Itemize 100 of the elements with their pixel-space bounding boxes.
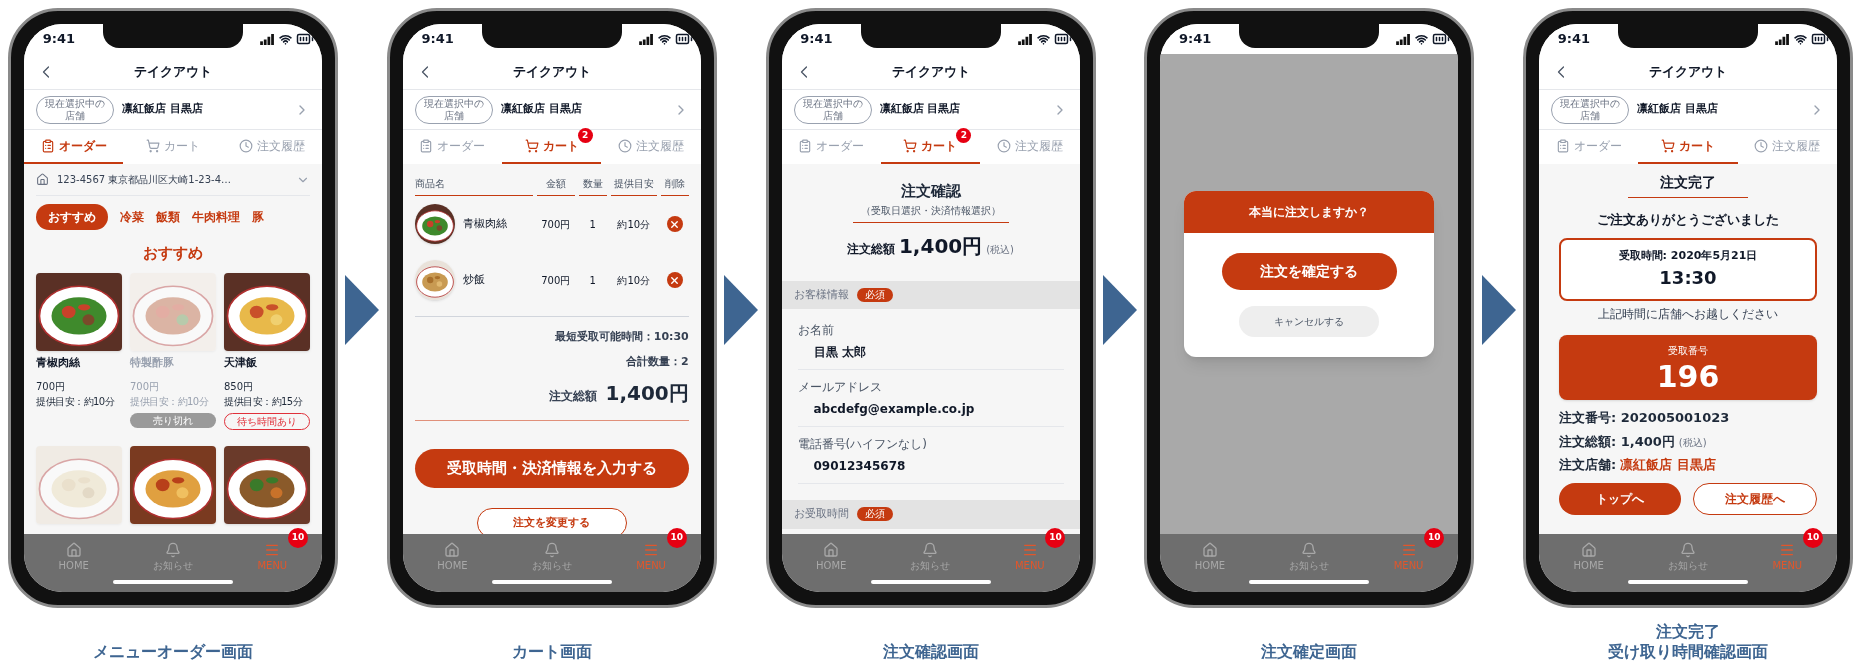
category-chip[interactable]: 冷菜: [120, 204, 144, 230]
status-time: 9:41: [1179, 30, 1212, 49]
bell-icon: [922, 541, 939, 558]
wifi-icon: [1036, 32, 1050, 46]
house-icon: [36, 173, 49, 186]
signal-icon: [1396, 33, 1412, 45]
x-icon: [669, 218, 681, 230]
field-value: abcdefg@example.co.jp: [812, 401, 976, 418]
page-subtitle: （受取日選択・決済情報選択）: [852, 202, 1009, 223]
nav-item[interactable]: HOME: [781, 534, 881, 580]
screen-caption: 受け取り時間確認画面: [1608, 642, 1768, 662]
signal-icon: [260, 33, 275, 45]
price-cell-text: 700円: [540, 217, 572, 232]
pickup-number: 196: [1656, 362, 1720, 392]
category-chip[interactable]: 豚: [252, 204, 264, 230]
status-time: 9:41: [800, 30, 833, 49]
time-cell-text: 約10分: [616, 217, 652, 232]
cart-icon: [524, 139, 539, 153]
tab[interactable]: 注文履歴: [222, 130, 322, 164]
tab[interactable]: 注文履歴: [1737, 130, 1837, 164]
required-badge: 必須: [856, 507, 893, 522]
section-title: お受取時間: [793, 506, 849, 522]
enter-info-button[interactable]: 受取時間・決済情報を入力する: [414, 449, 689, 488]
status-time: 9:41: [421, 30, 454, 49]
store-name: 凛紅飯店 目黒店: [122, 101, 204, 118]
total-amount: 1,400円: [898, 232, 983, 260]
store-name: 凛紅飯店 目黒店: [879, 101, 962, 118]
cancel-button[interactable]: キャンセルする: [1239, 306, 1380, 337]
arrow-icon: [1102, 275, 1137, 345]
history-button[interactable]: 注文履歴へ: [1693, 482, 1817, 515]
quantity-cell-text: 1: [588, 217, 597, 232]
dish-price: 850円: [224, 380, 255, 394]
nav-item[interactable]: HOME: [402, 534, 503, 580]
tab[interactable]: 注文履歴: [980, 130, 1080, 164]
pickup-date: 受取時間: 2020年5月21日: [1618, 247, 1758, 264]
tab[interactable]: 注文履歴: [601, 130, 701, 164]
tab[interactable]: オーダー: [781, 130, 881, 164]
serve-time: 提供目安：約15分: [224, 395, 304, 409]
column-header: 金額: [536, 176, 575, 196]
tab[interactable]: オーダー: [1539, 130, 1639, 164]
confirm-button[interactable]: 注文を確定する: [1221, 253, 1397, 290]
store-name: 凛紅飯店 目黒店: [1637, 101, 1719, 118]
tab[interactable]: カート: [123, 130, 223, 164]
delete-button[interactable]: [666, 272, 683, 288]
wifi-icon: [1794, 32, 1807, 46]
column-header: 提供目安: [610, 176, 657, 196]
pickup-note: 上記時間に店舗へお越しください: [1598, 306, 1778, 323]
nav-item[interactable]: HOME: [24, 534, 124, 580]
cart-icon: [903, 139, 918, 153]
section-heading: おすすめ: [142, 243, 204, 264]
tab[interactable]: オーダー: [24, 130, 124, 164]
tab[interactable]: オーダー: [402, 130, 503, 164]
clock-icon: [996, 139, 1011, 153]
wifi-icon: [1415, 32, 1429, 46]
serve-time: 提供目安：約10分: [130, 395, 210, 409]
home-icon: [65, 541, 82, 558]
screen-caption: メニューオーダー画面: [93, 642, 253, 662]
signal-icon: [1775, 33, 1790, 45]
tab[interactable]: カート: [1638, 130, 1738, 164]
pickup-time: 13:30: [1659, 266, 1717, 290]
field-label: メールアドレス: [797, 379, 883, 396]
change-order-button[interactable]: 注文を変更する: [476, 507, 627, 534]
tab[interactable]: カート 2: [880, 130, 981, 164]
nav-item[interactable]: HOME: [1160, 534, 1260, 580]
category-chip[interactable]: 牛肉料理: [192, 204, 240, 230]
signal-icon: [638, 33, 654, 45]
order-detail: 注文店舗:: [1559, 456, 1617, 474]
price-cell-text: 700円: [540, 273, 572, 288]
home-icon: [1580, 541, 1597, 558]
home-icon: [823, 541, 840, 558]
clipboard-icon: [798, 139, 813, 153]
bell-icon: [1301, 541, 1318, 558]
thanks-message: ご注文ありがとうございました: [1597, 211, 1779, 229]
category-chip[interactable]: おすすめ: [36, 204, 108, 230]
dish-name: 特製酢豚: [130, 354, 175, 371]
screen-title: テイクアウト: [511, 62, 592, 81]
field-label: お名前: [797, 322, 835, 339]
tab[interactable]: カート 2: [502, 130, 602, 164]
clock-icon: [618, 139, 633, 153]
page-heading: 注文完了: [1628, 172, 1748, 198]
count-badge: 10: [1424, 528, 1445, 548]
status-time: 9:41: [42, 30, 76, 49]
required-badge: 必須: [856, 287, 893, 302]
category-chip[interactable]: 飯類: [156, 204, 180, 230]
earliest-pickup: 最短受取可能時間：10:30: [554, 329, 689, 345]
count-badge: 10: [1803, 528, 1823, 548]
delete-button[interactable]: [666, 216, 683, 232]
clock-icon: [1754, 139, 1769, 153]
top-button[interactable]: トップへ: [1559, 482, 1681, 515]
screen-title: テイクアウト: [1648, 62, 1728, 81]
dialog-title: 本当に注文しますか？: [1184, 191, 1435, 233]
clock-icon: [239, 139, 254, 153]
home-icon: [1201, 541, 1218, 558]
dish-price: 700円: [130, 380, 161, 394]
arrow-icon: [1481, 275, 1516, 345]
dish-name: 青椒肉絲: [36, 354, 81, 371]
field-value: 目黒 太郎: [812, 344, 867, 361]
dish-price: 700円: [36, 380, 67, 394]
sold-out-badge: 売り切れ: [130, 413, 216, 428]
nav-item[interactable]: HOME: [1539, 534, 1639, 580]
